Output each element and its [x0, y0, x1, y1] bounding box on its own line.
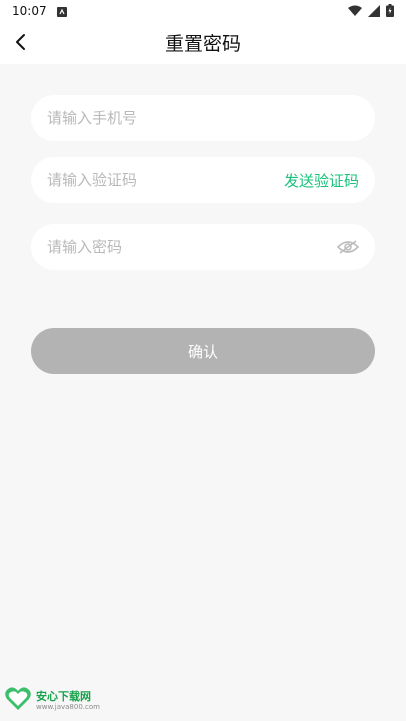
- watermark: 安心下载网 www.java800.com: [4, 687, 100, 715]
- back-button[interactable]: [6, 30, 34, 58]
- page-title: 重置密码: [164, 33, 241, 55]
- header: 重置密码: [0, 24, 406, 64]
- confirm-button[interactable]: 确认: [31, 328, 375, 374]
- eye-off-icon[interactable]: [337, 236, 359, 258]
- battery-icon: [386, 4, 394, 20]
- code-input[interactable]: [47, 171, 284, 189]
- chevron-left-icon: [13, 33, 27, 55]
- watermark-title: 安心下载网: [36, 690, 91, 703]
- status-icons: [348, 4, 394, 20]
- notification-icon: [57, 6, 67, 17]
- password-field: [31, 224, 375, 270]
- password-input[interactable]: [47, 238, 337, 256]
- send-code-button[interactable]: 发送验证码: [284, 170, 359, 191]
- watermark-text: 安心下载网 www.java800.com: [36, 691, 100, 711]
- phone-field: [31, 95, 375, 141]
- status-bar: 10:07: [0, 0, 406, 24]
- code-field: 发送验证码: [31, 157, 375, 203]
- phone-input[interactable]: [47, 109, 359, 127]
- watermark-url: www.java800.com: [36, 703, 100, 711]
- status-time: 10:07: [12, 4, 47, 18]
- wifi-icon: [348, 5, 362, 20]
- cell-signal-icon: [368, 4, 380, 20]
- heart-logo-icon: [4, 686, 32, 716]
